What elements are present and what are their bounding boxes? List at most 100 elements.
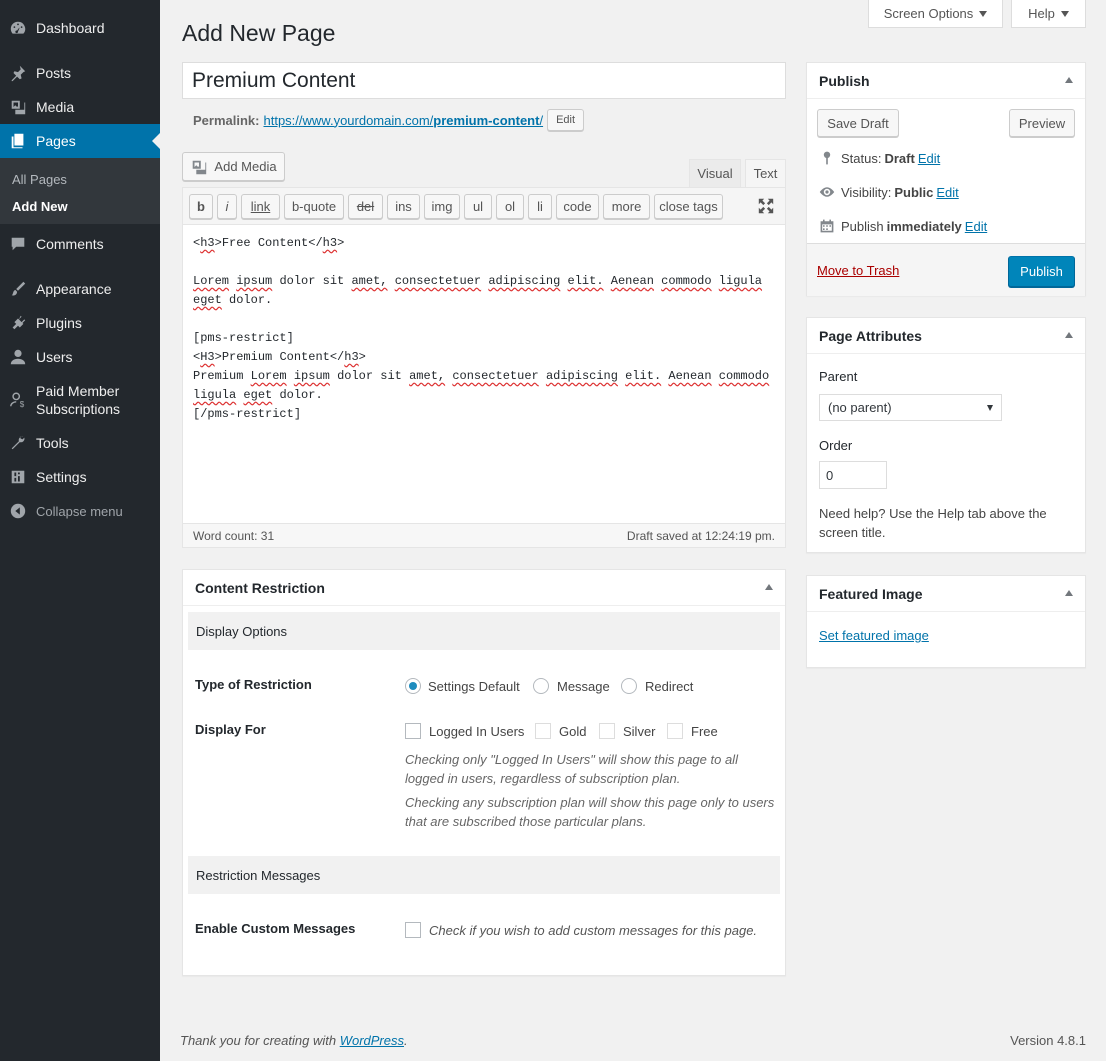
tab-visual[interactable]: Visual: [689, 159, 741, 187]
menu-pages[interactable]: Pages: [0, 124, 160, 158]
eye-icon: [819, 187, 835, 197]
radio-message[interactable]: [533, 678, 549, 694]
qt-italic-button[interactable]: i: [217, 194, 237, 219]
menu-appearance[interactable]: Appearance: [0, 272, 160, 306]
qt-more-button[interactable]: more: [603, 194, 650, 219]
save-draft-button[interactable]: Save Draft: [817, 109, 899, 137]
chevron-down-icon: [1060, 10, 1069, 17]
qt-link-button[interactable]: link: [241, 194, 280, 219]
page-attributes-help: Need help? Use the Help tab above the sc…: [819, 506, 1047, 540]
chevron-up-icon[interactable]: [1065, 332, 1073, 338]
menu-comments[interactable]: Comments: [0, 227, 160, 261]
permalink-link[interactable]: https://www.yourdomain.com/premium-conte…: [263, 113, 543, 128]
display-for-label: Display For: [195, 722, 266, 737]
checkbox-free[interactable]: [667, 723, 683, 739]
menu-media[interactable]: Media: [0, 90, 160, 124]
set-featured-image-link[interactable]: Set featured image: [819, 628, 929, 643]
submenu-all-pages[interactable]: All Pages: [12, 172, 67, 187]
parent-select-value: (no parent): [828, 400, 892, 415]
parent-select[interactable]: (no parent): [819, 394, 1002, 421]
radio-label: Message: [557, 679, 610, 694]
qt-img-button[interactable]: img: [424, 194, 460, 219]
fullscreen-icon[interactable]: [757, 197, 775, 215]
qt-ins-button[interactable]: ins: [387, 194, 420, 219]
menu-dashboard[interactable]: Dashboard: [0, 11, 160, 45]
pin-icon: [823, 151, 831, 165]
chevron-down-icon: [979, 10, 988, 17]
visibility-row: Visibility: Public Edit: [819, 182, 959, 202]
visibility-value: Public: [894, 184, 934, 200]
menu-posts[interactable]: Posts: [0, 56, 160, 90]
qt-close-tags-button[interactable]: close tags: [654, 194, 723, 219]
help-button[interactable]: Help: [1011, 0, 1086, 28]
qt-ul-button[interactable]: ul: [464, 194, 492, 219]
chevron-up-icon[interactable]: [1065, 590, 1073, 596]
calendar-icon: [820, 219, 834, 233]
move-to-trash-link[interactable]: Move to Trash: [817, 263, 899, 278]
checkbox-silver[interactable]: [599, 723, 615, 739]
checkbox-logged-in-users[interactable]: [405, 723, 421, 739]
screen-options-button[interactable]: Screen Options: [868, 0, 1003, 28]
publish-time-edit-link[interactable]: Edit: [965, 219, 987, 234]
post-title-input[interactable]: [182, 62, 786, 99]
permalink: Permalink: https://www.yourdomain.com/pr…: [193, 109, 585, 131]
publish-button[interactable]: Publish: [1008, 256, 1075, 287]
radio-label: Settings Default: [428, 679, 520, 694]
qt-bold-button[interactable]: b: [189, 194, 213, 219]
editor-line: [pms-restrict]: [193, 331, 294, 345]
menu-label: Settings: [36, 469, 87, 485]
screen-options-label: Screen Options: [883, 6, 974, 21]
chevron-up-icon[interactable]: [1065, 77, 1073, 83]
editor-line: <h3>Free Content</h3>: [193, 236, 345, 250]
visibility-label: Visibility:: [841, 184, 892, 200]
publish-time-value: immediately: [886, 218, 962, 234]
publish-box-header[interactable]: Publish: [807, 63, 1085, 99]
pages-submenu: All Pages Add New: [0, 158, 160, 224]
page-title: Add New Page: [182, 20, 336, 46]
qt-blockquote-button[interactable]: b-quote: [284, 194, 344, 219]
checkbox-label: Gold: [559, 724, 587, 739]
restriction-messages-section: Restriction Messages: [188, 856, 780, 894]
featured-image-header[interactable]: Featured Image: [807, 576, 1085, 612]
page-attributes-header[interactable]: Page Attributes: [807, 318, 1085, 354]
radio-settings-default[interactable]: [405, 678, 421, 694]
editor-textarea[interactable]: <h3>Free Content</h3> Lorem ipsum dolor s…: [193, 234, 777, 424]
chevron-up-icon[interactable]: [765, 584, 773, 590]
checkbox-gold[interactable]: [535, 723, 551, 739]
menu-settings[interactable]: Settings: [0, 460, 160, 494]
content-restriction-header[interactable]: Content Restriction: [183, 570, 785, 606]
add-media-button[interactable]: Add Media: [182, 152, 285, 181]
parent-label: Parent: [819, 369, 858, 384]
page-attributes-box: Page Attributes Parent (no parent) Order…: [806, 317, 1086, 553]
order-input[interactable]: [819, 461, 887, 489]
menu-paid-member-subscriptions[interactable]: $ Paid Member Subscriptions: [0, 378, 160, 422]
status-value: Draft: [884, 150, 915, 166]
qt-ol-button[interactable]: ol: [496, 194, 524, 219]
visibility-edit-link[interactable]: Edit: [936, 185, 958, 200]
status-label: Status:: [841, 150, 882, 166]
menu-users[interactable]: Users: [0, 340, 160, 374]
menu-collapse[interactable]: Collapse menu: [0, 494, 160, 528]
publish-time-row: Publish immediately Edit: [819, 216, 987, 236]
qt-del-button[interactable]: del: [348, 194, 383, 219]
content-restriction-box: Content Restriction Display Options Type…: [182, 569, 786, 976]
wordpress-link[interactable]: WordPress: [340, 1033, 404, 1048]
qt-li-button[interactable]: li: [528, 194, 552, 219]
menu-plugins[interactable]: Plugins: [0, 306, 160, 340]
menu-label: Collapse menu: [36, 503, 123, 519]
preview-button[interactable]: Preview: [1009, 109, 1075, 137]
qt-code-button[interactable]: code: [556, 194, 599, 219]
draft-saved-status: Draft saved at 12:24:19 pm.: [626, 529, 775, 543]
status-edit-link[interactable]: Edit: [918, 151, 940, 166]
footer-version: Version 4.8.1: [1010, 1033, 1086, 1048]
plugin-icon: [0, 313, 36, 333]
permalink-edit-button[interactable]: Edit: [547, 109, 585, 131]
menu-tools[interactable]: Tools: [0, 426, 160, 460]
checkbox-custom-messages[interactable]: [405, 922, 421, 938]
checkbox-label: Silver: [623, 724, 656, 739]
page-attributes-title: Page Attributes: [819, 327, 922, 344]
submenu-add-new[interactable]: Add New: [12, 199, 68, 214]
word-count: Word count: 31: [193, 529, 275, 543]
radio-redirect[interactable]: [621, 678, 637, 694]
tab-text[interactable]: Text: [745, 159, 786, 187]
